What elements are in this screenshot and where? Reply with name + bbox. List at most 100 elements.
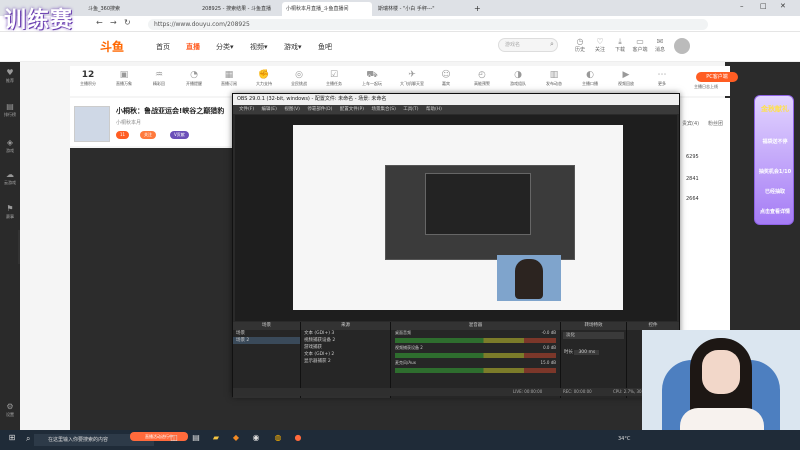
toolbar-item[interactable]: ♒ 精彩回 [145, 69, 173, 86]
source-item[interactable]: 视频捕获设备 2 [301, 337, 390, 344]
transition-type-select[interactable]: 淡化 [563, 332, 624, 339]
sidebar-item-games[interactable]: ◈ 游戏 [0, 138, 20, 154]
browser-tab-active[interactable]: 小桐秋本月直播_斗鱼直播间 [282, 2, 372, 16]
mixer-meter[interactable] [395, 353, 556, 358]
client-icon[interactable]: ▭ 客户端 [630, 37, 650, 54]
mixer-meter[interactable] [395, 368, 556, 373]
mixer-meter[interactable] [395, 338, 556, 343]
obs-menu-scenes[interactable]: 场景集合(S) [371, 107, 395, 112]
nav-item-video[interactable]: 视频▾ [250, 42, 268, 52]
obs-taskbar-icon[interactable]: ◉ [250, 433, 262, 447]
maximize-window-icon[interactable]: □ [760, 2, 767, 10]
browser-tab[interactable]: 斯瑞林楼 - "小白 手秤---" [374, 2, 466, 16]
obs-title-bar[interactable]: OBS 29.0.1 (32-bit, windows) - 配置文件: 未命名… [233, 94, 679, 105]
obs-menu-view[interactable]: 视图(V) [284, 107, 300, 112]
preview-webcam [497, 255, 561, 301]
sidebar-item-settings[interactable]: ⚙ 设置 [0, 402, 20, 418]
task-view-icon[interactable]: ◫ [168, 433, 180, 447]
toolbar-item[interactable]: ◴ 高能预警 [468, 69, 496, 86]
toolbar-item[interactable]: ▥ 发布动态 [540, 69, 568, 86]
new-tab-button[interactable]: + [470, 2, 480, 16]
pc-client-button[interactable]: PC客户端 [696, 72, 738, 82]
toolbar-item[interactable]: ☑ 主播任务 [320, 69, 348, 86]
obs-preview[interactable] [235, 115, 677, 321]
room-level-badge: 11 [116, 131, 130, 139]
site-header: 斗鱼 首页 直播 分类▾ 视频▾ 游戏▾ 鱼吧 游戏名 ⌕ ◷ 历史 ♡ 关注 ⤓ 下… [0, 32, 800, 62]
toolbar-item[interactable]: ⋯ 更多 [648, 69, 676, 86]
forward-icon[interactable]: → [110, 18, 117, 27]
url-input[interactable]: https://www.douyu.com/208925 [148, 19, 708, 30]
obs-menu-tools[interactable]: 工具(T) [403, 107, 418, 112]
message-icon[interactable]: ✉ 消息 [650, 37, 670, 54]
toolbar-item[interactable]: ▦ 直播订阅 [215, 69, 243, 86]
source-item[interactable]: 文本 (GDI+) 2 [301, 351, 390, 358]
close-window-icon[interactable]: ✕ [780, 2, 786, 10]
browser-tab[interactable]: 208925 - 搜索结果 - 斗鱼直播 [198, 2, 280, 16]
cloud-icon: ☁ [6, 170, 14, 179]
site-search-input[interactable]: 游戏名 [498, 38, 558, 52]
nav-item-game[interactable]: 游戏▾ [284, 42, 302, 52]
toolbar-item[interactable]: ◐ 主播口播 [576, 69, 604, 86]
toolbar-item[interactable]: ▶ 视频回放 [612, 69, 640, 86]
toolbar-item[interactable]: ✊ 大力支持 [250, 69, 278, 86]
minimize-window-icon[interactable]: – [740, 2, 744, 10]
promo-banner[interactable]: 金秋献礼 福袋送不停 抽奖机会1/10 已经抽取 点击查看详情 [754, 95, 794, 225]
obs-menu-profile[interactable]: 配置文件(P) [340, 107, 364, 112]
left-sidebar: ♥ 推荐 ▤ 排行榜 ◈ 游戏 ☁ 云游戏 ⚑ 赛事 ⚙ 设置 [0, 62, 20, 430]
nav-item-live[interactable]: 直播 [186, 42, 200, 52]
room-toolbar: 12 主播积分 ▣ 直播万象 ♒ 精彩回 ◔ 开播提醒 ▦ 直播订阅 ✊ 大力支持 ◎ 全民挑… [70, 66, 730, 96]
reload-icon[interactable]: ↻ [124, 18, 131, 27]
search-icon[interactable]: ⌕ [550, 40, 554, 49]
browser-taskbar-icon[interactable]: ◍ [272, 433, 284, 447]
mixer-channel-name: 桌面音频 -0.0 dB [395, 330, 556, 335]
user-avatar[interactable] [674, 38, 690, 54]
toolbar-item[interactable]: ◔ 开播提醒 [180, 69, 208, 86]
folder-icon[interactable]: ▰ [210, 433, 222, 447]
sidebar-item-ranking[interactable]: ▤ 排行榜 [0, 102, 20, 118]
room-title: 小桐秋：鲁战亚运会!峡谷之巅猎豹 [116, 107, 225, 115]
app-icon[interactable]: ◆ [230, 433, 242, 447]
source-item[interactable]: 显示器捕获 2 [301, 358, 390, 365]
history-icon[interactable]: ◷ 历史 [570, 37, 590, 54]
sidebar-item-events[interactable]: ⚑ 赛事 [0, 204, 20, 220]
explorer-icon[interactable]: ▤ [190, 433, 202, 447]
source-item[interactable]: 游戏捕获 [301, 344, 390, 351]
source-item[interactable]: 文本 (GDI+) 3 [301, 330, 390, 337]
search-icon[interactable]: ⌕ [26, 434, 30, 444]
nav-item-category[interactable]: 分类▾ [216, 42, 234, 52]
sidebar-item-cloud-game[interactable]: ☁ 云游戏 [0, 170, 20, 186]
obs-menu-edit[interactable]: 编辑(E) [262, 107, 277, 112]
nav-item-yuba[interactable]: 鱼吧 [318, 42, 332, 52]
sidebar-item-recommend[interactable]: ♥ 推荐 [0, 68, 20, 84]
transitions-dock: 转场特效 淡化 时长 300 ms [561, 322, 627, 398]
room-anchor-name[interactable]: 小桐秋本月 [116, 119, 141, 126]
scene-item-selected[interactable]: 场景 2 [233, 337, 300, 344]
toolbar-item[interactable]: ◎ 全民挑战 [285, 69, 313, 86]
follow-icon[interactable]: ♡ 关注 [590, 37, 610, 54]
room-avatar[interactable] [74, 106, 110, 142]
obs-menu-file[interactable]: 文件(F) [239, 107, 254, 112]
toolbar-item[interactable]: ⛟ 上车一起玩 [358, 69, 386, 86]
right-panel-tab-fans[interactable]: 粉丝团 [708, 120, 723, 127]
toolbar-item[interactable]: ▣ 直播万象 [110, 69, 138, 86]
mixer-channel-name: 视频捕获设备 2 0.0 dB [395, 345, 556, 350]
weather-indicator[interactable]: 34°C [618, 436, 630, 442]
toolbar-item[interactable]: ✈ 大飞机聊天室 [398, 69, 426, 86]
transition-duration-input[interactable]: 300 ms [574, 350, 600, 355]
douyu-taskbar-icon[interactable]: ● [292, 433, 304, 447]
back-icon[interactable]: ← [96, 18, 103, 27]
browser-tab[interactable]: 斗鱼_360搜索 [84, 2, 196, 16]
start-icon[interactable]: ⊞ [6, 433, 18, 447]
obs-menu-help[interactable]: 帮助(H) [426, 107, 442, 112]
nav-item-home[interactable]: 首页 [156, 42, 170, 52]
toolbar-item[interactable]: ◑ 游戏组队 [504, 69, 532, 86]
toolbar-item[interactable]: ☺ 嘉宾 [432, 69, 460, 86]
download-icon[interactable]: ⤓ 下载 [610, 37, 630, 54]
right-panel-tab-vip[interactable]: 贵宾(4) [682, 120, 699, 127]
contribution-button[interactable]: V贡献 [170, 131, 189, 139]
scene-item[interactable]: 场景 [233, 330, 300, 337]
site-logo[interactable]: 斗鱼 [100, 38, 140, 54]
obs-menu-docks[interactable]: 停靠部件(D) [307, 107, 332, 112]
gear-icon: ⚙ [6, 402, 14, 411]
follow-button[interactable]: 关注 [140, 131, 156, 139]
